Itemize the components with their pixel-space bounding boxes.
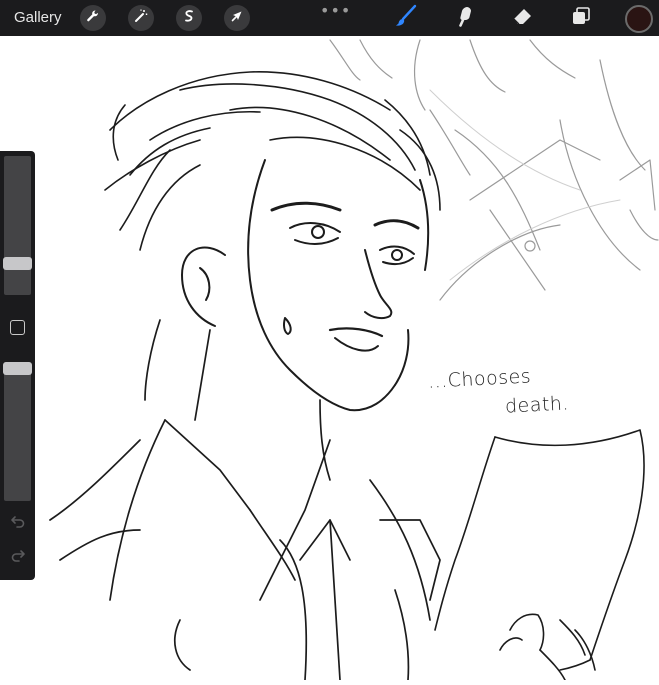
selection-icon [181,8,197,29]
square-icon[interactable] [10,320,25,335]
annotation-line-2: death. [504,392,570,418]
wrench-icon [85,8,101,29]
drawing-canvas[interactable]: ...Chooses death. [0,36,659,681]
undo-button[interactable] [8,514,28,532]
brush-tool-button[interactable] [392,4,420,32]
smudge-tool-button[interactable] [452,4,480,32]
sketch-artwork [49,39,659,681]
actions-button[interactable] [80,5,106,31]
arrow-cursor-icon [229,8,245,29]
eraser-icon [511,4,535,33]
undo-icon [10,514,26,533]
top-toolbar: Gallery ••• [0,0,659,36]
transform-button[interactable] [224,5,250,31]
gallery-button[interactable]: Gallery [14,9,62,26]
redo-button[interactable] [8,548,28,566]
brush-icon [394,4,418,33]
color-picker-button[interactable] [625,5,653,33]
magic-wand-icon [133,8,149,29]
smudge-icon [454,4,478,33]
brush-size-slider-handle[interactable] [3,256,32,270]
left-sidebar [0,151,35,580]
layers-icon [569,4,593,33]
opacity-slider-handle[interactable] [3,362,32,375]
selection-button[interactable] [176,5,202,31]
more-options-button[interactable]: ••• [320,1,351,20]
eraser-tool-button[interactable] [509,4,537,32]
redo-icon [10,548,26,567]
adjustments-button[interactable] [128,5,154,31]
brush-size-slider[interactable] [4,156,31,295]
opacity-slider[interactable] [4,362,31,501]
layers-button[interactable] [567,4,595,32]
